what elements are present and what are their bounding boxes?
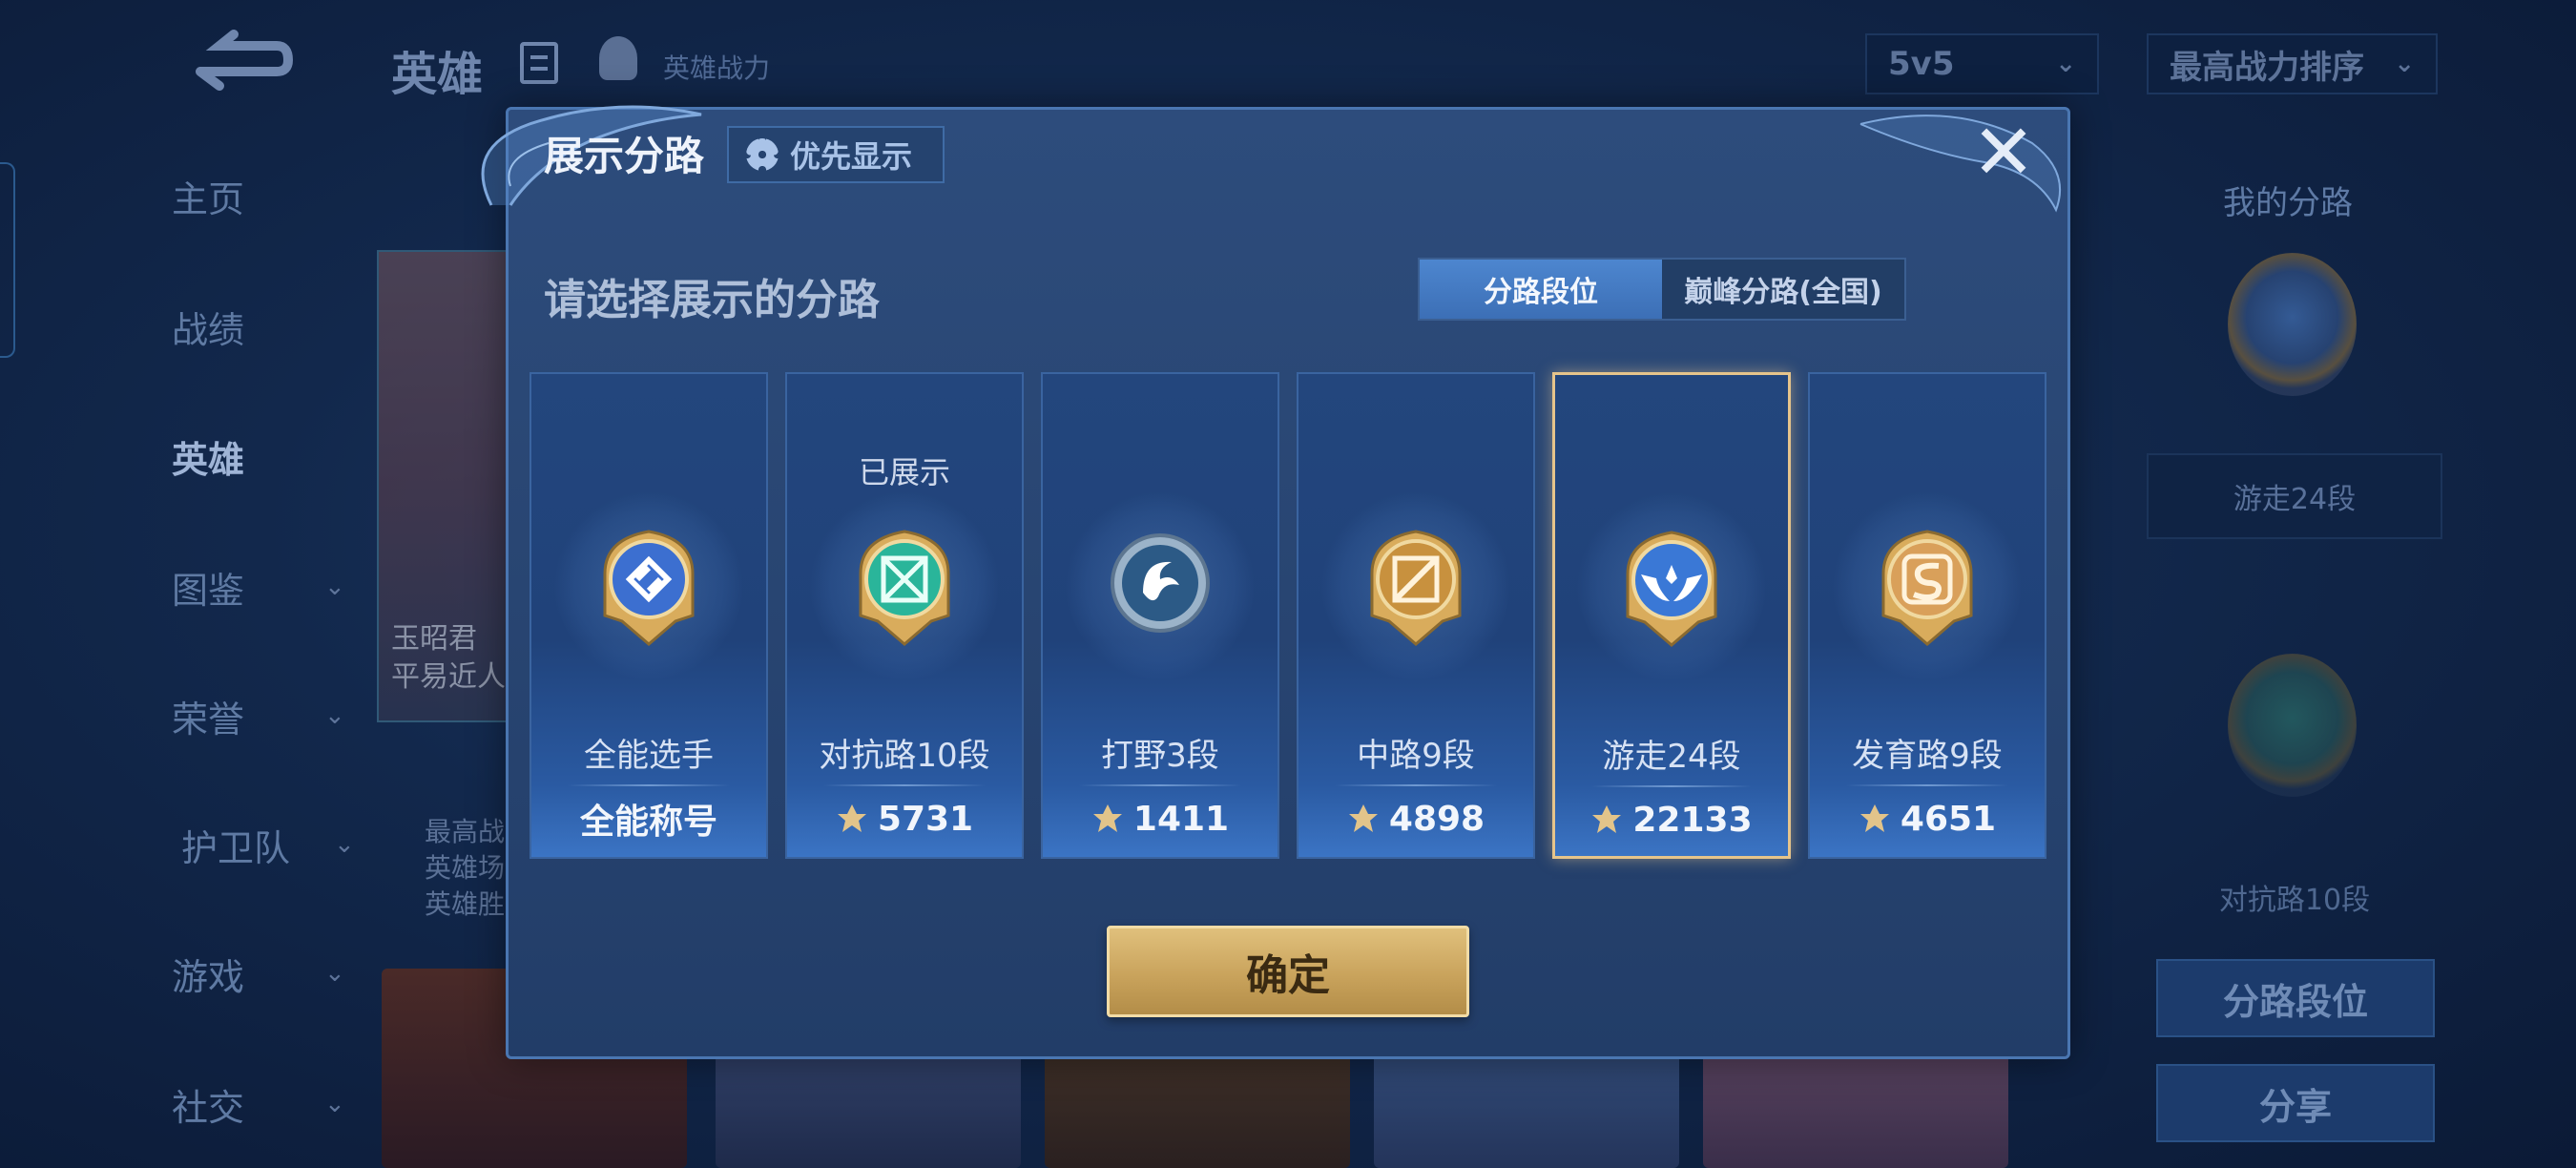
lane-value: 全能称号 [531, 794, 766, 844]
modal-subtitle: 请选择展示的分路 [544, 276, 880, 324]
lane-rank-label: 打野3段 [1101, 737, 1219, 775]
lane-card-roam[interactable]: 游走24段 22133 [1552, 372, 1791, 859]
battle-power-icon [1592, 805, 1622, 833]
close-icon[interactable]: ✕ [1965, 115, 2042, 196]
sidebar-item-honor[interactable]: 荣誉 ⌄ [172, 687, 363, 744]
chevron-down-icon: ⌄ [324, 1090, 345, 1118]
shown-label: 已展示 [858, 454, 950, 490]
roam-emblem-icon [1626, 531, 1717, 647]
chevron-down-icon: ⌄ [2394, 50, 2415, 78]
my-lanes-title: 我的分路 [2223, 184, 2353, 222]
sidebar-item-label: 荣誉 [172, 698, 245, 740]
chevron-down-icon: ⌄ [324, 573, 345, 601]
lane-value-text: 22133 [1632, 800, 1753, 840]
sidebar-item-games[interactable]: 游戏 ⌄ [172, 945, 363, 1002]
lane-card-clash[interactable]: 已展示 对抗路10段 5731 [785, 372, 1024, 859]
sidebar-item-home[interactable]: 主页 [172, 167, 363, 224]
card-divider [1846, 784, 2008, 786]
sidebar-item-label: 主页 [172, 177, 245, 220]
sidebar-item-label: 护卫队 [181, 826, 291, 869]
sidebar-item-label: 社交 [172, 1086, 245, 1129]
chevron-down-icon: ⌄ [324, 701, 345, 730]
sidebar-item-heroes[interactable]: 英雄 [172, 428, 363, 485]
sort-select-value: 最高战力排序 [2170, 48, 2364, 87]
card-divider [1079, 784, 1241, 786]
all-round-emblem-icon [603, 530, 695, 646]
card-divider [823, 784, 986, 786]
stats-line: 英雄场 [425, 852, 506, 884]
lane-value-text: 4651 [1900, 799, 1997, 839]
lane-value-text: 1411 [1132, 799, 1230, 839]
my-lane-rank: 游走24段 [2147, 453, 2442, 539]
confirm-button[interactable]: 确定 [1107, 926, 1469, 1017]
card-divider [568, 784, 730, 786]
clash-lane-emblem-icon [2228, 654, 2357, 797]
modal-title: 展示分路 [544, 133, 705, 179]
hero-card-text: 玉昭君 平易近人 [391, 620, 506, 697]
lane-value-text: 全能称号 [579, 803, 717, 842]
my-lane-rank-2: 对抗路10段 [2218, 884, 2371, 917]
hero-power-icon [599, 36, 637, 80]
jungle-emblem-icon [1111, 533, 1210, 633]
lane-rank-label: 对抗路10段 [819, 737, 990, 775]
sort-select[interactable]: 最高战力排序 ⌄ [2147, 33, 2438, 94]
mode-select[interactable]: 5v5 ⌄ [1865, 33, 2099, 94]
lane-rank-label: 全能选手 [584, 737, 714, 775]
lane-card-jungle[interactable]: 打野3段 1411 [1041, 372, 1279, 859]
mode-select-value: 5v5 [1888, 45, 1955, 83]
roam-emblem-icon [2228, 253, 2357, 396]
lane-value: 1411 [1043, 794, 1278, 844]
lane-card-mid[interactable]: 中路9段 4898 [1297, 372, 1535, 859]
tab-lane-rank[interactable]: 分路段位 [1420, 260, 1662, 319]
back-arrow-icon[interactable] [181, 29, 296, 95]
lane-value-text: 5731 [877, 799, 974, 839]
battle-power-icon [1348, 804, 1378, 832]
share-button[interactable]: 分享 [2156, 1064, 2435, 1142]
lane-card-all-round[interactable]: 全能选手 全能称号 [530, 372, 768, 859]
chevron-down-icon: ⌄ [2055, 50, 2076, 78]
ornament-swirl-icon [1859, 115, 2062, 213]
hero-card-line: 玉昭君 [391, 622, 477, 656]
tab-peak-lane[interactable]: 巅峰分路(全国) [1662, 260, 1904, 319]
card-divider [1335, 784, 1497, 786]
sidebar-item-records[interactable]: 战绩 [172, 298, 363, 355]
lane-value-text: 4898 [1388, 799, 1485, 839]
priority-display-button[interactable]: 优先显示 [727, 126, 945, 183]
sidebar-item-guard[interactable]: 护卫队 ⌄ [181, 816, 372, 873]
sidebar-item-codex[interactable]: 图鉴 ⌄ [172, 558, 363, 615]
hero-stats: 最高战 英雄场 英雄胜 [425, 814, 505, 923]
battle-power-icon [1092, 804, 1122, 832]
farm-lane-emblem-icon [1881, 530, 1973, 646]
hero-card-line: 平易近人 [391, 660, 506, 694]
gear-icon [746, 138, 779, 171]
sidebar-item-label: 游戏 [172, 955, 245, 998]
list-icon[interactable] [520, 42, 558, 84]
mid-lane-emblem-icon [1370, 530, 1462, 646]
clash-lane-emblem-icon [859, 530, 950, 646]
stats-line: 英雄胜 [425, 888, 506, 920]
lane-value: 4898 [1298, 794, 1533, 844]
chevron-down-icon: ⌄ [324, 959, 345, 988]
hero-power-label[interactable]: 英雄战力 [663, 48, 770, 86]
side-tab-handle[interactable] [0, 162, 15, 358]
chevron-down-icon: ⌄ [334, 830, 355, 859]
lane-rank-label: 中路9段 [1357, 737, 1475, 775]
lane-rank-label: 发育路9段 [1852, 737, 2003, 775]
battle-power-icon [1859, 804, 1889, 832]
lane-value: 22133 [1555, 795, 1788, 845]
sidebar-item-label: 图鉴 [172, 569, 245, 612]
sidebar-item-label: 战绩 [172, 308, 245, 351]
lane-rank-label: 游走24段 [1602, 738, 1741, 776]
lane-tab-group: 分路段位 巅峰分路(全国) [1418, 258, 1906, 321]
sidebar-item-label: 英雄 [172, 438, 245, 481]
lane-rank-button[interactable]: 分路段位 [2156, 959, 2435, 1037]
lane-value: 4651 [1810, 794, 2045, 844]
sidebar-item-social[interactable]: 社交 ⌄ [172, 1075, 363, 1133]
stats-line: 最高战 [425, 816, 506, 847]
battle-power-icon [837, 804, 866, 832]
lane-card-farm[interactable]: 发育路9段 4651 [1808, 372, 2046, 859]
priority-display-label: 优先显示 [790, 138, 913, 175]
card-divider [1591, 785, 1752, 787]
lane-value: 5731 [787, 794, 1022, 844]
